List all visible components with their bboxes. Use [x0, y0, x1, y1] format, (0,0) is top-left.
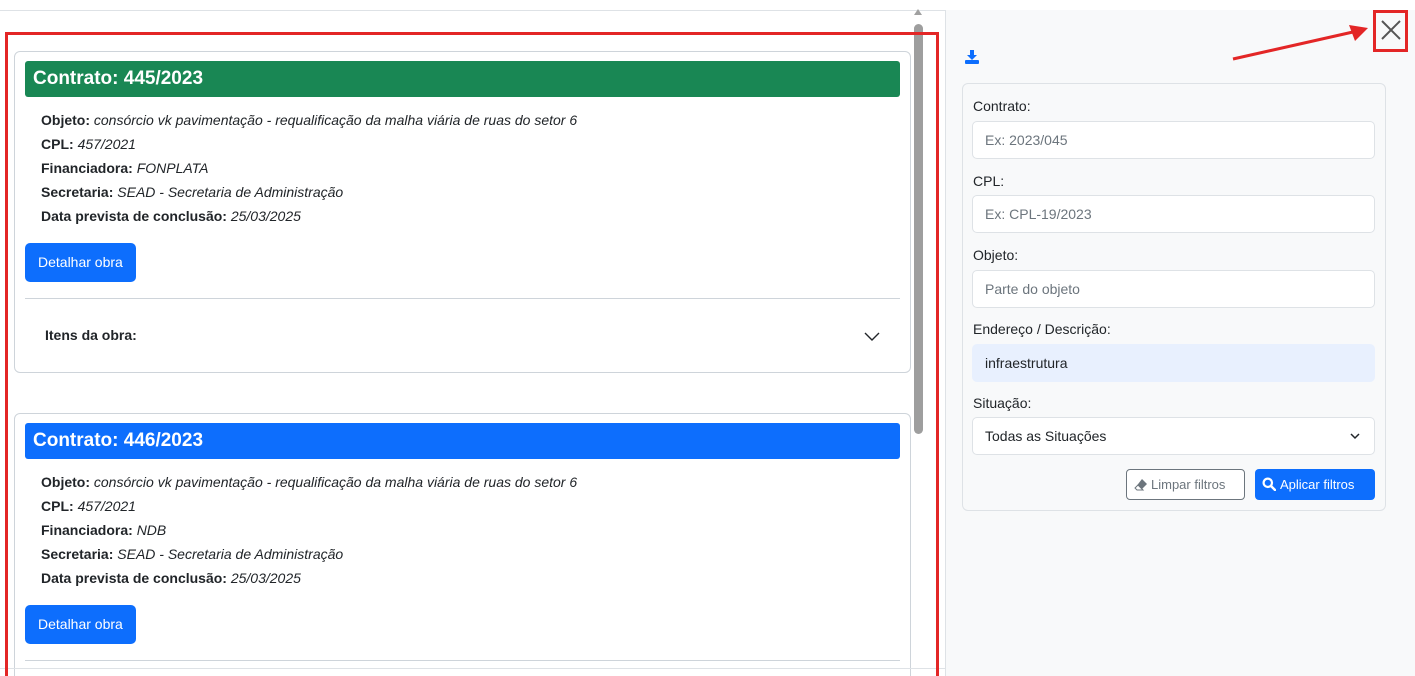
arrow-icon [1232, 25, 1368, 61]
status-label: Situação: [973, 395, 1032, 411]
contract-label: Contrato: [973, 98, 1031, 114]
cpl-label: CPL: [973, 173, 1005, 189]
object-input[interactable]: Parte do objeto [972, 270, 1375, 308]
apply-filters-button[interactable]: Aplicar filtros [1255, 469, 1375, 500]
list-highlight-box [5, 32, 939, 676]
object-label: Objeto: [973, 247, 1019, 263]
address-label: Endereço / Descrição: [973, 321, 1111, 337]
status-selected-value: Todas as Situações [985, 428, 1107, 444]
search-icon [1262, 477, 1276, 491]
clear-filters-label: Limpar filtros [1151, 477, 1226, 492]
cpl-input[interactable]: Ex: CPL-19/2023 [972, 195, 1375, 233]
chevron-down-icon [1350, 433, 1360, 440]
contract-input[interactable]: Ex: 2023/045 [972, 121, 1375, 159]
eraser-icon [1134, 479, 1147, 491]
filter-form: Contrato: Ex: 2023/045 CPL: Ex: CPL-19/2… [962, 83, 1386, 511]
apply-filters-label: Aplicar filtros [1280, 477, 1355, 492]
scroll-up-arrow[interactable] [914, 9, 922, 15]
filter-sidebar: Contrato: Ex: 2023/045 CPL: Ex: CPL-19/2… [945, 10, 1415, 676]
close-highlight-box [1373, 10, 1408, 52]
download-icon[interactable] [965, 50, 979, 64]
status-select[interactable]: Todas as Situações [972, 417, 1375, 455]
clear-filters-button[interactable]: Limpar filtros [1126, 469, 1245, 500]
address-input[interactable]: infraestrutura [972, 344, 1375, 382]
